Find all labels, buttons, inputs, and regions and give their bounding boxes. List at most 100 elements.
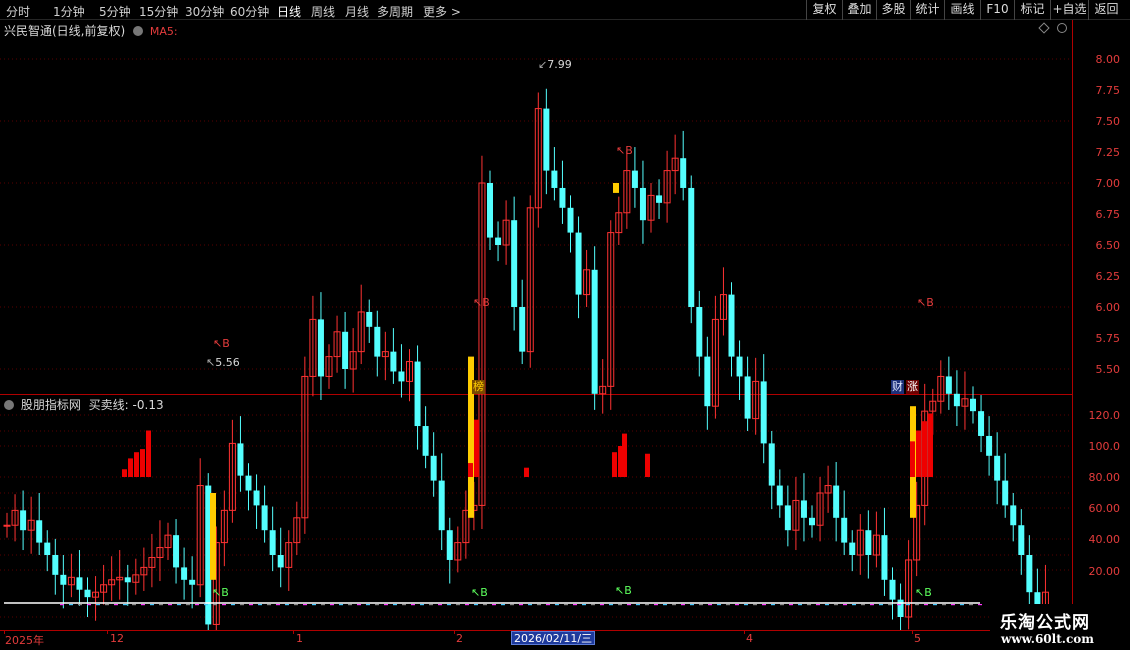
candle-body [1018, 525, 1025, 555]
indicator-dot [762, 604, 766, 606]
y-label: 7.25 [1095, 146, 1121, 159]
y-label: 5.50 [1095, 363, 1121, 376]
indicator-bar [916, 430, 921, 477]
candle-body [36, 520, 43, 543]
event-tag-bang[interactable]: 榜 [472, 380, 485, 394]
candle-body [897, 599, 904, 617]
indicator-dot [744, 604, 748, 606]
indicator-dot [339, 604, 343, 606]
indicator-dot [654, 604, 658, 606]
overlay-button[interactable]: 叠加 [842, 0, 876, 20]
indicator-dot [555, 604, 559, 606]
candle-body [1002, 480, 1009, 506]
indicator-dot [753, 604, 757, 606]
cursor-date-label: 2026/02/11/三 [511, 631, 596, 645]
period-tab-30min[interactable]: 30分钟 [185, 3, 224, 20]
y-label: 6.75 [1095, 208, 1121, 221]
candle-body [945, 376, 952, 394]
indicator-dot [726, 604, 730, 606]
indicator-dot [132, 604, 136, 606]
add-watchlist-button[interactable]: +自选 [1050, 0, 1088, 20]
period-tab-weekly[interactable]: 周线 [311, 3, 335, 20]
candle-body [994, 455, 1001, 481]
y-label: 7.75 [1095, 84, 1121, 97]
back-button[interactable]: 返回 [1088, 0, 1124, 20]
indicator-buy-signal: ↖B [915, 586, 932, 599]
indicator-dot [519, 604, 523, 606]
period-tab-fenshi[interactable]: 分时 [6, 3, 30, 20]
candle-body [124, 577, 131, 583]
candle-body [591, 269, 598, 394]
candle-body [978, 411, 985, 436]
indicator-dot [420, 604, 424, 606]
indicator-dot [87, 604, 91, 606]
event-tag-cai[interactable]: 财 [891, 380, 904, 394]
indicator-dot [933, 604, 937, 606]
y-label: 6.50 [1095, 239, 1121, 252]
event-tag-zhang[interactable]: 涨 [906, 380, 919, 394]
candle-body [768, 443, 775, 486]
y-label: 40.00 [1088, 533, 1121, 546]
fuquan-button[interactable]: 复权 [806, 0, 842, 20]
candle-body [656, 195, 663, 203]
indicator-dot [123, 604, 127, 606]
candles [3, 88, 1049, 630]
mark-button[interactable]: 标记 [1014, 0, 1050, 20]
indicator-dot [303, 604, 307, 606]
indicator-dot [240, 604, 244, 606]
period-tab-15min[interactable]: 15分钟 [139, 3, 178, 20]
indicator-dot [510, 604, 514, 606]
indicator-dot [942, 604, 946, 606]
candle-body [986, 435, 993, 456]
indicator-bar [922, 421, 927, 477]
indicator-dot [528, 604, 532, 606]
indicator-dot [834, 604, 838, 606]
statistics-button[interactable]: 统计 [910, 0, 944, 20]
candle-body [3, 524, 11, 527]
indicator-dot [186, 604, 190, 606]
period-tab-60min[interactable]: 60分钟 [230, 3, 269, 20]
x-tick [912, 630, 913, 634]
candle-body [422, 426, 429, 456]
candle-body [744, 376, 751, 419]
indicator-bar [140, 449, 145, 477]
candle-body [865, 530, 872, 555]
candle-body [52, 555, 59, 575]
period-tab-5min[interactable]: 5分钟 [99, 3, 131, 20]
indicator-bar [645, 453, 650, 477]
candle-body [20, 510, 27, 531]
indicator-dot [258, 604, 262, 606]
f10-button[interactable]: F10 [980, 0, 1014, 20]
candle-body [253, 490, 260, 506]
indicator-dot [546, 604, 550, 606]
period-tab-more[interactable]: 更多 > [423, 3, 461, 20]
x-tick [107, 630, 108, 634]
indicator-dot [969, 604, 973, 606]
x-label: 2025年 [5, 634, 44, 647]
period-tab-monthly[interactable]: 月线 [345, 3, 369, 20]
indicator-dot [852, 604, 856, 606]
buy-signal: ↖B [917, 296, 934, 309]
period-tab-1min[interactable]: 1分钟 [53, 3, 85, 20]
candle-body [575, 232, 582, 295]
indicator-dot [843, 604, 847, 606]
period-tab-daily[interactable]: 日线 [277, 3, 301, 20]
candle-body [567, 207, 574, 233]
multi-stock-button[interactable]: 多股 [876, 0, 910, 20]
y-label: 20.00 [1088, 565, 1121, 578]
y-label: 100.0 [1088, 440, 1121, 453]
period-tab-multi[interactable]: 多周期 [377, 3, 413, 20]
indicator-dot [150, 604, 154, 606]
indicator-bar [474, 419, 479, 477]
candle-body [704, 356, 711, 407]
candlestick-chart[interactable] [0, 20, 1072, 630]
indicator-dot [825, 604, 829, 606]
candle-body [736, 356, 743, 377]
indicator-dot [348, 604, 352, 606]
candle-body [76, 577, 83, 590]
candle-body [237, 443, 244, 476]
indicator-dot [735, 604, 739, 606]
draw-line-button[interactable]: 画线 [944, 0, 980, 20]
buy-signal: ↖B [213, 337, 230, 350]
candle-body [889, 579, 896, 600]
